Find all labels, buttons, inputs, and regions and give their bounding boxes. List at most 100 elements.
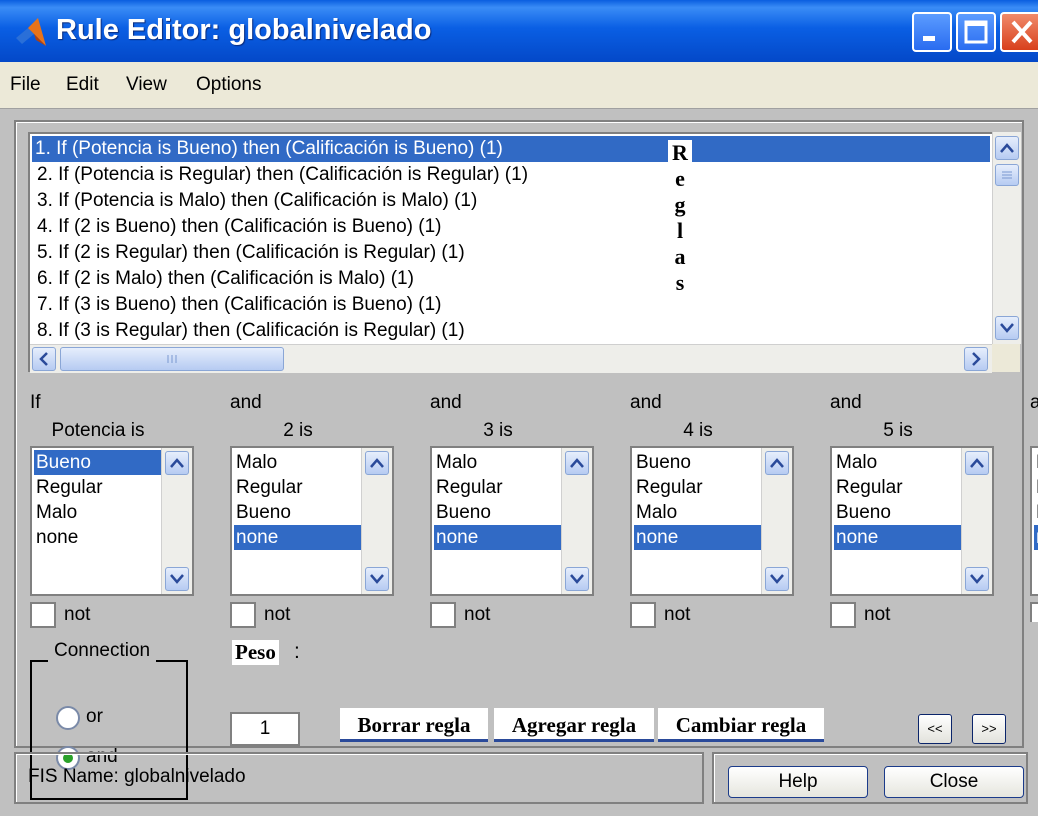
scroll-down-button[interactable] bbox=[995, 316, 1019, 340]
scroll-up-button[interactable] bbox=[995, 136, 1019, 160]
rule-item[interactable]: 5. If (2 is Regular) then (Calificación … bbox=[34, 240, 994, 266]
membership-listbox[interactable]: M F E n bbox=[1030, 446, 1038, 596]
list-item[interactable]: none bbox=[34, 525, 162, 550]
scroll-up-button[interactable] bbox=[365, 451, 389, 475]
membership-listbox[interactable]: Malo Regular Bueno none bbox=[230, 446, 394, 596]
listbox-scrollbar[interactable] bbox=[761, 448, 792, 594]
not-checkbox[interactable] bbox=[830, 602, 856, 628]
minimize-button[interactable] bbox=[912, 12, 952, 52]
menu-edit[interactable]: Edit bbox=[66, 74, 99, 96]
previous-button[interactable]: << bbox=[918, 714, 952, 744]
scroll-down-button[interactable] bbox=[565, 567, 589, 591]
not-checkbox[interactable] bbox=[1030, 602, 1038, 622]
chevron-up-icon bbox=[1000, 143, 1014, 153]
connection-title: Connection bbox=[48, 640, 157, 662]
scroll-up-button[interactable] bbox=[165, 451, 189, 475]
list-item[interactable]: none bbox=[634, 525, 762, 550]
listbox-scrollbar[interactable] bbox=[961, 448, 992, 594]
delete-rule-button[interactable]: Borrar regla bbox=[340, 708, 488, 742]
not-checkbox[interactable] bbox=[230, 602, 256, 628]
list-item[interactable]: Bueno bbox=[634, 450, 762, 475]
scroll-up-button[interactable] bbox=[965, 451, 989, 475]
list-item[interactable]: Bueno bbox=[34, 450, 162, 475]
list-item[interactable]: M bbox=[1034, 450, 1038, 475]
not-label: not bbox=[864, 604, 891, 625]
list-item[interactable]: Malo bbox=[234, 450, 362, 475]
scroll-thumb[interactable] bbox=[995, 164, 1019, 186]
rule-item[interactable]: 4. If (2 is Bueno) then (Calificación is… bbox=[34, 214, 994, 240]
membership-listbox[interactable]: Bueno Regular Malo none bbox=[30, 446, 194, 596]
rule-item[interactable]: 8. If (3 is Regular) then (Calificación … bbox=[34, 318, 994, 344]
scroll-down-button[interactable] bbox=[365, 567, 389, 591]
change-rule-button[interactable]: Cambiar regla bbox=[658, 708, 824, 742]
close-window-button[interactable] bbox=[1000, 12, 1038, 52]
title-bar[interactable]: Rule Editor: globalnivelado bbox=[0, 0, 1038, 62]
not-label: not bbox=[64, 604, 91, 625]
list-item[interactable]: Malo bbox=[634, 500, 762, 525]
rule-item[interactable]: 7. If (3 is Bueno) then (Calificación is… bbox=[34, 292, 994, 318]
menu-file[interactable]: File bbox=[10, 74, 41, 96]
chevron-left-icon bbox=[39, 352, 48, 366]
list-item[interactable]: Regular bbox=[834, 475, 962, 500]
maximize-button[interactable] bbox=[956, 12, 996, 52]
scroll-down-button[interactable] bbox=[765, 567, 789, 591]
scroll-up-button[interactable] bbox=[565, 451, 589, 475]
rule-item[interactable]: 2. If (Potencia is Regular) then (Califi… bbox=[34, 162, 994, 188]
list-item[interactable]: Regular bbox=[434, 475, 562, 500]
list-item[interactable]: Bueno bbox=[434, 500, 562, 525]
listbox-scrollbar[interactable] bbox=[361, 448, 392, 594]
connector-label: and bbox=[430, 392, 462, 413]
close-button[interactable]: Close bbox=[884, 766, 1024, 798]
weight-input[interactable]: 1 bbox=[230, 712, 300, 746]
radio-or[interactable] bbox=[56, 706, 80, 730]
scroll-down-button[interactable] bbox=[165, 567, 189, 591]
rules-list[interactable]: 1. If (Potencia is Bueno) then (Califica… bbox=[28, 132, 1020, 372]
not-checkbox[interactable] bbox=[630, 602, 656, 628]
rules-horizontal-scrollbar[interactable] bbox=[30, 344, 992, 373]
help-button[interactable]: Help bbox=[728, 766, 868, 798]
list-item[interactable]: Bueno bbox=[234, 500, 362, 525]
list-item[interactable]: Malo bbox=[434, 450, 562, 475]
rule-item[interactable]: 6. If (2 is Malo) then (Calificación is … bbox=[34, 266, 994, 292]
scroll-up-button[interactable] bbox=[765, 451, 789, 475]
list-item[interactable]: Regular bbox=[234, 475, 362, 500]
chevron-up-icon bbox=[370, 458, 384, 468]
list-item[interactable]: n bbox=[1034, 525, 1038, 550]
membership-listbox[interactable]: Bueno Regular Malo none bbox=[630, 446, 794, 596]
list-item[interactable]: F bbox=[1034, 475, 1038, 500]
chevron-right-icon bbox=[972, 352, 981, 366]
list-item[interactable]: none bbox=[434, 525, 562, 550]
listbox-scrollbar[interactable] bbox=[161, 448, 192, 594]
list-item[interactable]: none bbox=[234, 525, 362, 550]
scroll-left-button[interactable] bbox=[32, 347, 56, 371]
list-item[interactable]: none bbox=[834, 525, 962, 550]
not-checkbox[interactable] bbox=[430, 602, 456, 628]
add-rule-button[interactable]: Agregar regla bbox=[494, 708, 654, 742]
antecedent-column-potencia: If Potencia is Bueno Regular Malo none n… bbox=[30, 392, 200, 628]
menu-view[interactable]: View bbox=[126, 74, 167, 96]
connector-label: and bbox=[630, 392, 662, 413]
membership-listbox[interactable]: Malo Regular Bueno none bbox=[430, 446, 594, 596]
chevron-up-icon bbox=[770, 458, 784, 468]
membership-listbox[interactable]: Malo Regular Bueno none bbox=[830, 446, 994, 596]
list-item[interactable]: Regular bbox=[634, 475, 762, 500]
scroll-down-button[interactable] bbox=[965, 567, 989, 591]
antecedent-column-5: and 5 is Malo Regular Bueno none not bbox=[830, 392, 1000, 628]
next-button[interactable]: >> bbox=[972, 714, 1006, 744]
weight-label: Peso bbox=[232, 640, 279, 665]
list-item[interactable]: Malo bbox=[834, 450, 962, 475]
reglas-annotation: R e g l a s bbox=[668, 140, 692, 296]
chevron-down-icon bbox=[970, 574, 984, 584]
rule-item[interactable]: 1. If (Potencia is Bueno) then (Califica… bbox=[32, 136, 990, 162]
list-item[interactable]: E bbox=[1034, 500, 1038, 525]
menu-options[interactable]: Options bbox=[196, 74, 261, 96]
scroll-right-button[interactable] bbox=[964, 347, 988, 371]
listbox-scrollbar[interactable] bbox=[561, 448, 592, 594]
rule-item[interactable]: 3. If (Potencia is Malo) then (Calificac… bbox=[34, 188, 994, 214]
list-item[interactable]: Bueno bbox=[834, 500, 962, 525]
list-item[interactable]: Malo bbox=[34, 500, 162, 525]
horizontal-scroll-thumb[interactable] bbox=[60, 347, 284, 371]
not-checkbox[interactable] bbox=[30, 602, 56, 628]
rules-vertical-scrollbar[interactable] bbox=[992, 132, 1021, 344]
list-item[interactable]: Regular bbox=[34, 475, 162, 500]
